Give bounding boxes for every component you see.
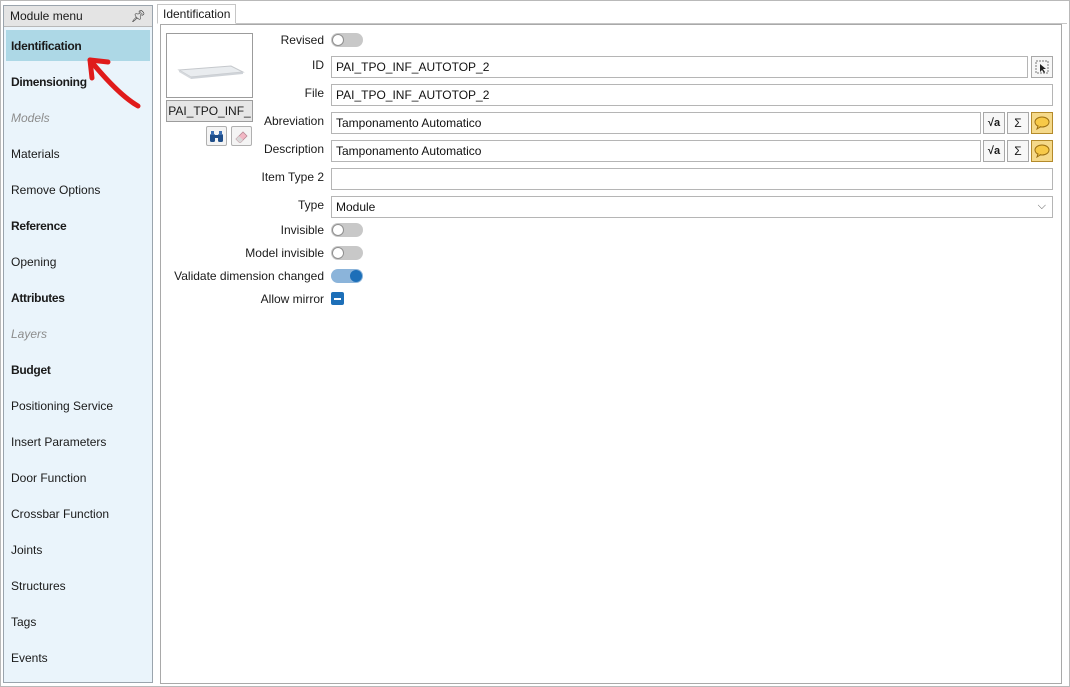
file-field[interactable]: PAI_TPO_INF_AUTOTOP_2 — [331, 84, 1053, 106]
abreviation-field[interactable]: Tamponamento Automatico — [331, 112, 981, 134]
revised-toggle[interactable] — [331, 33, 363, 47]
validate-dimension-changed-toggle[interactable] — [331, 269, 363, 283]
allow-mirror-label: Allow mirror — [260, 292, 324, 306]
eraser-button[interactable] — [231, 126, 252, 146]
tab-identification[interactable]: Identification — [157, 4, 237, 24]
sidebar-item-models[interactable]: Models — [4, 100, 152, 136]
sidebar-item-materials[interactable]: Materials — [4, 136, 152, 172]
model-invisible-label: Model invisible — [245, 246, 324, 260]
validate-dimension-changed-label: Validate dimension changed — [174, 269, 324, 283]
description-label: Description — [263, 142, 324, 156]
revised-label: Revised — [280, 33, 324, 47]
module-name-label: PAI_TPO_INF_ — [166, 100, 253, 122]
sigma-icon: Σ — [1014, 144, 1022, 158]
sidebar-item-reference[interactable]: Reference — [4, 208, 152, 244]
sidebar-item-tags[interactable]: Tags — [4, 604, 152, 640]
sidebar-item-layers[interactable]: Layers — [4, 316, 152, 352]
sidebar-item-door-function[interactable]: Door Function — [4, 460, 152, 496]
sidebar-item-budget[interactable]: Budget — [4, 352, 152, 388]
sqrt-icon: √a — [987, 117, 1001, 129]
description-sum-button[interactable]: Σ — [1007, 140, 1029, 162]
sidebar-item-remove-options[interactable]: Remove Options — [4, 172, 152, 208]
sidebar-item-opening[interactable]: Opening — [4, 244, 152, 280]
module-preview-image — [166, 33, 253, 98]
sidebar-item-positioning-service[interactable]: Positioning Service — [4, 388, 152, 424]
sqrt-icon: √a — [987, 145, 1001, 157]
type-select-value: Module — [336, 200, 376, 214]
abreviation-formula-button[interactable]: √a — [983, 112, 1005, 134]
id-pick-button[interactable] — [1031, 56, 1053, 78]
id-label: ID — [312, 58, 324, 72]
invisible-toggle[interactable] — [331, 223, 363, 237]
chevron-down-icon: ⌵ — [1037, 200, 1046, 212]
abreviation-label: Abreviation — [263, 114, 324, 128]
abreviation-translate-button[interactable] — [1031, 112, 1053, 134]
sidebar-item-joints[interactable]: Joints — [4, 532, 152, 568]
sidebar-item-identification[interactable]: Identification — [6, 30, 150, 61]
abreviation-sum-button[interactable]: Σ — [1007, 112, 1029, 134]
type-label: Type — [297, 198, 324, 212]
description-field[interactable]: Tamponamento Automatico — [331, 140, 981, 162]
binoculars-icon — [210, 130, 223, 142]
file-label: File — [304, 86, 324, 100]
sidebar-header: Module menu 📌︎ — [4, 6, 152, 27]
sidebar-menu: Identification Dimensioning Models Mater… — [4, 28, 152, 676]
invisible-label: Invisible — [280, 223, 324, 237]
speech-bubble-icon — [1034, 144, 1050, 158]
eraser-icon — [235, 130, 248, 143]
tab-strip: Identification — [157, 4, 1067, 24]
sidebar-item-structures[interactable]: Structures — [4, 568, 152, 604]
model-invisible-toggle[interactable] — [331, 246, 363, 260]
sidebar-item-crossbar-function[interactable]: Crossbar Function — [4, 496, 152, 532]
speech-bubble-icon — [1034, 116, 1050, 130]
binoculars-button[interactable] — [206, 126, 227, 146]
description-translate-button[interactable] — [1031, 140, 1053, 162]
id-field[interactable]: PAI_TPO_INF_AUTOTOP_2 — [331, 56, 1028, 78]
pick-cursor-icon — [1035, 60, 1049, 74]
item-type-2-label: Item Type 2 — [261, 170, 324, 184]
description-formula-button[interactable]: √a — [983, 140, 1005, 162]
sidebar-item-attributes[interactable]: Attributes — [4, 280, 152, 316]
pin-icon[interactable]: 📌︎ — [131, 9, 146, 23]
allow-mirror-checkbox[interactable] — [331, 292, 344, 305]
item-type-2-field[interactable] — [331, 168, 1053, 190]
sidebar-title: Module menu — [10, 9, 83, 23]
type-select[interactable]: Module ⌵ — [331, 196, 1053, 218]
sigma-icon: Σ — [1014, 116, 1022, 130]
panel-preview-icon — [177, 65, 245, 79]
sidebar-item-dimensioning[interactable]: Dimensioning — [4, 64, 152, 100]
module-menu-sidebar: Module menu 📌︎ Identification Dimensioni… — [3, 5, 153, 683]
sidebar-item-insert-parameters[interactable]: Insert Parameters — [4, 424, 152, 460]
sidebar-item-events[interactable]: Events — [4, 640, 152, 676]
